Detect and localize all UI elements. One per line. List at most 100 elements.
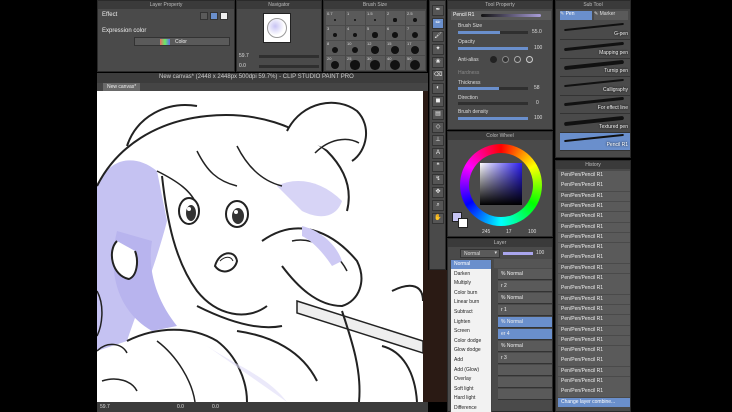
text-icon[interactable]: A <box>432 148 444 159</box>
layer-row[interactable]: er 4 <box>498 329 552 340</box>
blend-mode-option[interactable]: Darken <box>451 270 491 279</box>
ruler-icon[interactable]: ⊥ <box>432 135 444 146</box>
brush-size-preset[interactable]: 0.7 <box>326 11 345 25</box>
sub-tool-item[interactable]: Turnip pen <box>560 59 630 77</box>
layer-row[interactable] <box>498 365 552 376</box>
sub-tool-item[interactable]: Mapping pen <box>560 40 630 59</box>
blend-mode-option[interactable]: Soft light <box>451 385 491 394</box>
history-item[interactable]: Pen/Pen/Pencil R1 <box>558 232 630 243</box>
sub-tool-tab-marker[interactable]: ✎ Marker <box>594 11 628 20</box>
history-item[interactable]: Pen/Pen/Pencil R1 <box>558 377 630 387</box>
antialias-high-icon[interactable] <box>526 56 533 63</box>
blend-mode-option[interactable]: Screen <box>451 327 491 336</box>
brush-size-preset[interactable]: 4 <box>346 26 365 40</box>
history-item[interactable]: Pen/Pen/Pencil R1 <box>558 274 630 284</box>
brush-size-preset[interactable]: 10 <box>346 41 365 55</box>
color-value-3[interactable]: 100 <box>528 229 536 235</box>
direction-slider[interactable] <box>458 102 528 105</box>
saturation-value-square[interactable] <box>480 163 522 205</box>
correct-line-icon[interactable]: ↯ <box>432 174 444 185</box>
move-icon[interactable]: ✥ <box>432 187 444 198</box>
status-zoom[interactable]: 59.7 <box>100 404 110 410</box>
brush-icon[interactable]: 🖌 <box>432 31 444 42</box>
brush-size-preset[interactable]: 20 <box>326 56 345 70</box>
blend-mode-option[interactable]: Color burn <box>451 289 491 298</box>
history-item[interactable]: Pen/Pen/Pencil R1 <box>558 243 630 253</box>
brush-size-preset[interactable]: 5 <box>366 26 385 40</box>
blend-mode-option[interactable]: Linear burn <box>451 298 491 307</box>
effect-tone-button[interactable] <box>220 12 228 20</box>
eraser-icon[interactable]: ⌫ <box>432 70 444 81</box>
history-item[interactable]: Pen/Pen/Pencil R1 <box>558 294 630 305</box>
brush-size-preset[interactable]: 40 <box>386 56 405 70</box>
history-item[interactable]: Pen/Pen/Pencil R1 <box>558 325 630 336</box>
blend-mode-option[interactable]: Add <box>451 356 491 365</box>
blend-mode-option[interactable]: Glow dodge <box>451 346 491 355</box>
brush-size-preset[interactable]: 8 <box>326 41 345 55</box>
layer-row[interactable]: % Normal <box>498 293 552 304</box>
layer-opacity-value[interactable]: 100 <box>536 250 544 256</box>
layer-row[interactable]: r 2 <box>498 281 552 292</box>
hand-icon[interactable]: ✋ <box>432 213 444 224</box>
history-item[interactable]: Pen/Pen/Pencil R1 <box>558 356 630 366</box>
brush-size-preset[interactable]: 1.5 <box>366 11 385 25</box>
blend-icon[interactable]: ◐ <box>432 83 444 94</box>
brush-size-preset[interactable]: 2 <box>386 11 405 25</box>
blend-mode-option[interactable]: Difference <box>451 404 491 412</box>
history-item[interactable]: Pen/Pen/Pencil R1 <box>558 284 630 294</box>
brush-size-value[interactable]: 55.0 <box>532 29 542 35</box>
antialias-none-icon[interactable] <box>490 56 497 63</box>
brush-size-preset[interactable]: 25 <box>346 56 365 70</box>
color-value-1[interactable]: 245 <box>482 229 490 235</box>
blend-mode-option[interactable]: Hard light <box>451 394 491 403</box>
blend-mode-option[interactable]: Add (Glow) <box>451 366 491 375</box>
brush-size-preset[interactable]: 12 <box>366 41 385 55</box>
color-value-2[interactable]: 17 <box>506 229 512 235</box>
history-item[interactable]: Pen/Pen/Pencil R1 <box>558 304 630 315</box>
brush-density-value[interactable]: 100 <box>534 115 542 121</box>
layer-row[interactable]: % Normal <box>498 341 552 352</box>
navigator-rotate-slider[interactable] <box>259 65 319 68</box>
history-item[interactable]: Change layer combine... <box>558 397 630 408</box>
history-item[interactable]: Pen/Pen/Pencil R1 <box>558 315 630 325</box>
blend-mode-option[interactable]: Multiply <box>451 279 491 288</box>
layer-row[interactable] <box>498 377 552 388</box>
pencil-icon[interactable]: ✏ <box>432 18 444 29</box>
history-item[interactable]: Pen/Pen/Pencil R1 <box>558 222 630 233</box>
history-item[interactable]: Pen/Pen/Pencil R1 <box>558 212 630 222</box>
blend-mode-select[interactable]: Normal ▾ <box>460 249 500 258</box>
blend-mode-option[interactable]: Lighten <box>451 318 491 327</box>
status-rotate-b[interactable]: 0.0 <box>212 404 219 410</box>
sub-tool-item[interactable]: Textured pen <box>560 114 630 133</box>
layer-opacity-slider[interactable] <box>503 252 533 255</box>
history-item[interactable]: Pen/Pen/Pencil R1 <box>558 387 630 397</box>
brush-density-slider[interactable] <box>458 117 528 120</box>
brush-size-preset[interactable]: 50 <box>406 56 425 70</box>
sub-color-swatch[interactable] <box>458 218 468 228</box>
direction-value[interactable]: 0 <box>536 100 539 106</box>
sub-tool-item[interactable]: G-pen <box>560 22 630 40</box>
sub-tool-tab-pen[interactable]: ✎ Pen <box>560 11 592 20</box>
sub-tool-item[interactable]: Pencil R1 <box>560 133 630 151</box>
blend-mode-option[interactable]: Normal <box>451 260 491 269</box>
brush-size-preset[interactable]: 2.5 <box>406 11 425 25</box>
history-item[interactable]: Pen/Pen/Pencil R1 <box>558 191 630 202</box>
brush-size-slider[interactable] <box>458 31 528 34</box>
document-tab[interactable]: New canvas* <box>103 83 141 91</box>
brush-size-preset[interactable]: 30 <box>366 56 385 70</box>
sub-tool-item[interactable]: For effect line <box>560 96 630 114</box>
status-rotate-a[interactable]: 0.0 <box>177 404 184 410</box>
history-item[interactable]: Pen/Pen/Pencil R1 <box>558 171 630 181</box>
navigator-zoom-value[interactable]: 59.7 <box>239 53 249 59</box>
brush-size-preset[interactable]: 6 <box>386 26 405 40</box>
navigator-rotate-value[interactable]: 0.0 <box>239 63 246 69</box>
sub-tool-item[interactable]: Calligraphy <box>560 77 630 96</box>
effect-border-button[interactable] <box>200 12 208 20</box>
brush-size-preset[interactable]: 17 <box>406 41 425 55</box>
effect-color-button[interactable] <box>210 12 218 20</box>
fill-icon[interactable]: ◼ <box>432 96 444 107</box>
layer-row[interactable]: % Normal <box>498 269 552 280</box>
history-item[interactable]: Pen/Pen/Pencil R1 <box>558 253 630 263</box>
canvas-area[interactable] <box>97 91 423 402</box>
expression-color-select[interactable]: Color <box>134 37 230 46</box>
